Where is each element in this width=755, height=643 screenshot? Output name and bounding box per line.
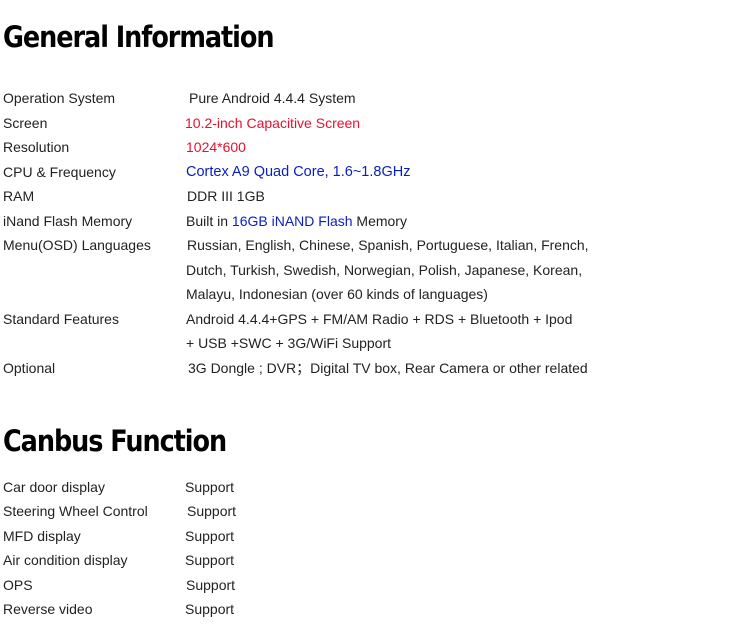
canbus-value: Support (185, 528, 235, 544)
spec-value-prefix: Built in (186, 213, 232, 229)
spec-value: 1024*600 (186, 139, 246, 155)
canbus-label: MFD display (3, 528, 81, 544)
canbus-label: Car door display (3, 479, 105, 495)
spec-value-line: Dutch, Turkish, Swedish, Norwegian, Poli… (186, 262, 583, 278)
spec-label: CPU & Frequency (3, 164, 116, 180)
spec-value-highlight: 16GB iNAND Flash (231, 213, 353, 229)
spec-label: RAM (3, 188, 35, 204)
spec-value: Pure Android 4.4.4 System (189, 90, 356, 106)
spec-label: Operation System (3, 90, 116, 106)
spec-label: Menu(OSD) Languages (3, 237, 151, 253)
canbus-value: Support (186, 577, 236, 593)
spec-label: Resolution (3, 139, 70, 155)
spec-label: Standard Features (3, 311, 119, 327)
spec-value: Cortex A9 Quad Core, 1.6~1.8GHz (186, 164, 411, 180)
spec-value-line: Russian, English, Chinese, Spanish, Port… (187, 237, 589, 253)
canbus-value: Support (185, 601, 235, 617)
spec-value: 10.2-inch Capacitive Screen (185, 115, 361, 131)
spec-value-line: + USB +SWC + 3G/WiFi Support (186, 335, 392, 351)
general-information-heading: General Information (3, 20, 275, 54)
canbus-label: OPS (3, 577, 33, 593)
canbus-value: Support (187, 503, 237, 519)
spec-value: 3G Dongle ; DVR；Digital TV box, Rear Cam… (188, 360, 588, 376)
spec-value-suffix: Memory (352, 213, 407, 229)
spec-label: Optional (3, 360, 56, 376)
spec-value: Built in 16GB iNAND Flash Memory (186, 212, 407, 230)
spec-value-line: Malayu, Indonesian (over 60 kinds of lan… (186, 286, 488, 302)
spec-value-line: Android 4.4.4+GPS + FM/AM Radio + RDS + … (186, 311, 573, 327)
canbus-label: Steering Wheel Control (3, 503, 148, 519)
spec-label: iNand Flash Memory (3, 213, 133, 229)
spec-value: DDR III 1GB (187, 188, 265, 204)
canbus-value: Support (185, 552, 235, 568)
canbus-function-heading: Canbus Function (3, 424, 227, 458)
spec-label: Screen (3, 115, 48, 131)
canbus-label: Reverse video (3, 601, 93, 617)
canbus-value: Support (185, 479, 235, 495)
canbus-label: Air condition display (3, 552, 128, 568)
